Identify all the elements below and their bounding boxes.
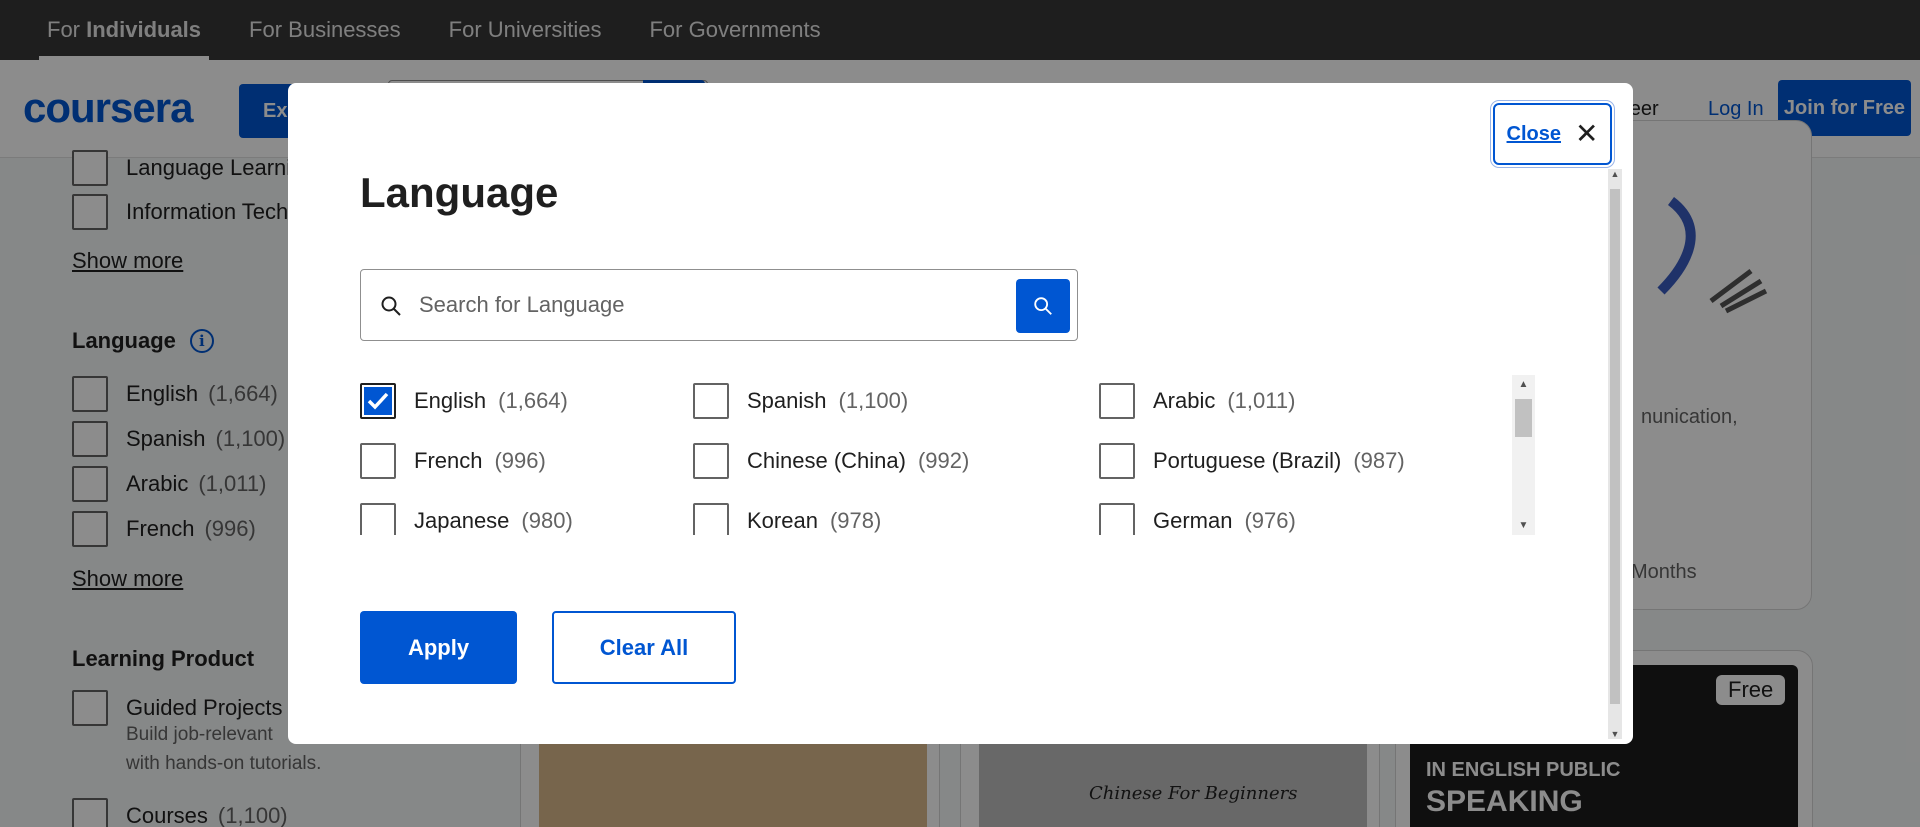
language-option-french[interactable]: French (996) [360,441,546,481]
search-icon [381,296,401,316]
option-count: (976) [1244,508,1296,533]
close-icon: ✕ [1575,118,1599,149]
language-search-button[interactable] [1016,279,1070,333]
option-label: Arabic [1153,388,1216,413]
checkbox[interactable] [360,443,396,479]
option-count: (978) [829,508,882,533]
scrollbar-thumb[interactable] [1610,189,1620,704]
close-button[interactable]: Close ✕ [1493,103,1612,165]
option-label: Portuguese (Brazil) [1153,448,1342,473]
option-count: (1,664) [498,388,568,413]
option-label: German [1153,508,1233,533]
scroll-down-arrow-icon[interactable]: ▼ [1608,729,1622,739]
language-search-input[interactable] [419,284,979,326]
checkbox[interactable] [1099,383,1135,419]
language-option-chinese-china[interactable]: Chinese (China) (992) [693,441,969,481]
language-option-japanese[interactable]: Japanese (980) [360,501,573,535]
checkbox[interactable] [360,503,396,535]
clear-all-button[interactable]: Clear All [552,611,736,684]
language-filter-modal: Close ✕ Language English (1,664) Spanish (… [288,83,1633,744]
checkbox[interactable] [1099,503,1135,535]
option-label: Chinese (China) [747,448,906,473]
scrollbar-thumb[interactable] [1515,399,1532,437]
checkbox-checked[interactable] [360,383,396,419]
language-option-german[interactable]: German (976) [1099,501,1296,535]
language-option-portuguese-brazil[interactable]: Portuguese (Brazil) (987) [1099,441,1405,481]
checkmark-icon [367,392,389,410]
option-count: (1,011) [1227,388,1296,413]
language-option-korean[interactable]: Korean (978) [693,501,881,535]
option-count: (992) [917,448,970,473]
language-options-list: English (1,664) Spanish (1,100) Arabic (1,0… [360,375,1530,535]
option-count: (987) [1353,448,1405,473]
option-count: (1,100) [838,388,909,413]
checkbox[interactable] [1099,443,1135,479]
option-label: Korean [747,508,818,533]
language-option-arabic[interactable]: Arabic (1,011) [1099,381,1295,421]
option-label: Spanish [747,388,827,413]
language-option-english[interactable]: English (1,664) [360,381,568,421]
option-label: French [414,448,483,473]
modal-title: Language [360,169,559,216]
options-scrollbar[interactable]: ▲ ▼ [1512,375,1535,535]
scroll-up-arrow-icon[interactable]: ▲ [1608,169,1622,179]
option-count: (996) [494,448,546,473]
language-search-field [360,269,1078,341]
option-label: English [414,388,487,413]
close-label: Close [1506,122,1561,145]
checkbox[interactable] [693,503,729,535]
checkbox[interactable] [693,443,729,479]
scroll-up-arrow-icon[interactable]: ▲ [1512,379,1535,390]
language-option-spanish[interactable]: Spanish (1,100) [693,381,908,421]
option-label: Japanese [414,508,510,533]
search-icon [1034,297,1052,315]
modal-scrollbar[interactable]: ▲ ▼ [1608,169,1622,739]
apply-button[interactable]: Apply [360,611,517,684]
scroll-down-arrow-icon[interactable]: ▼ [1512,520,1535,531]
checkbox[interactable] [693,383,729,419]
option-count: (980) [521,508,573,533]
